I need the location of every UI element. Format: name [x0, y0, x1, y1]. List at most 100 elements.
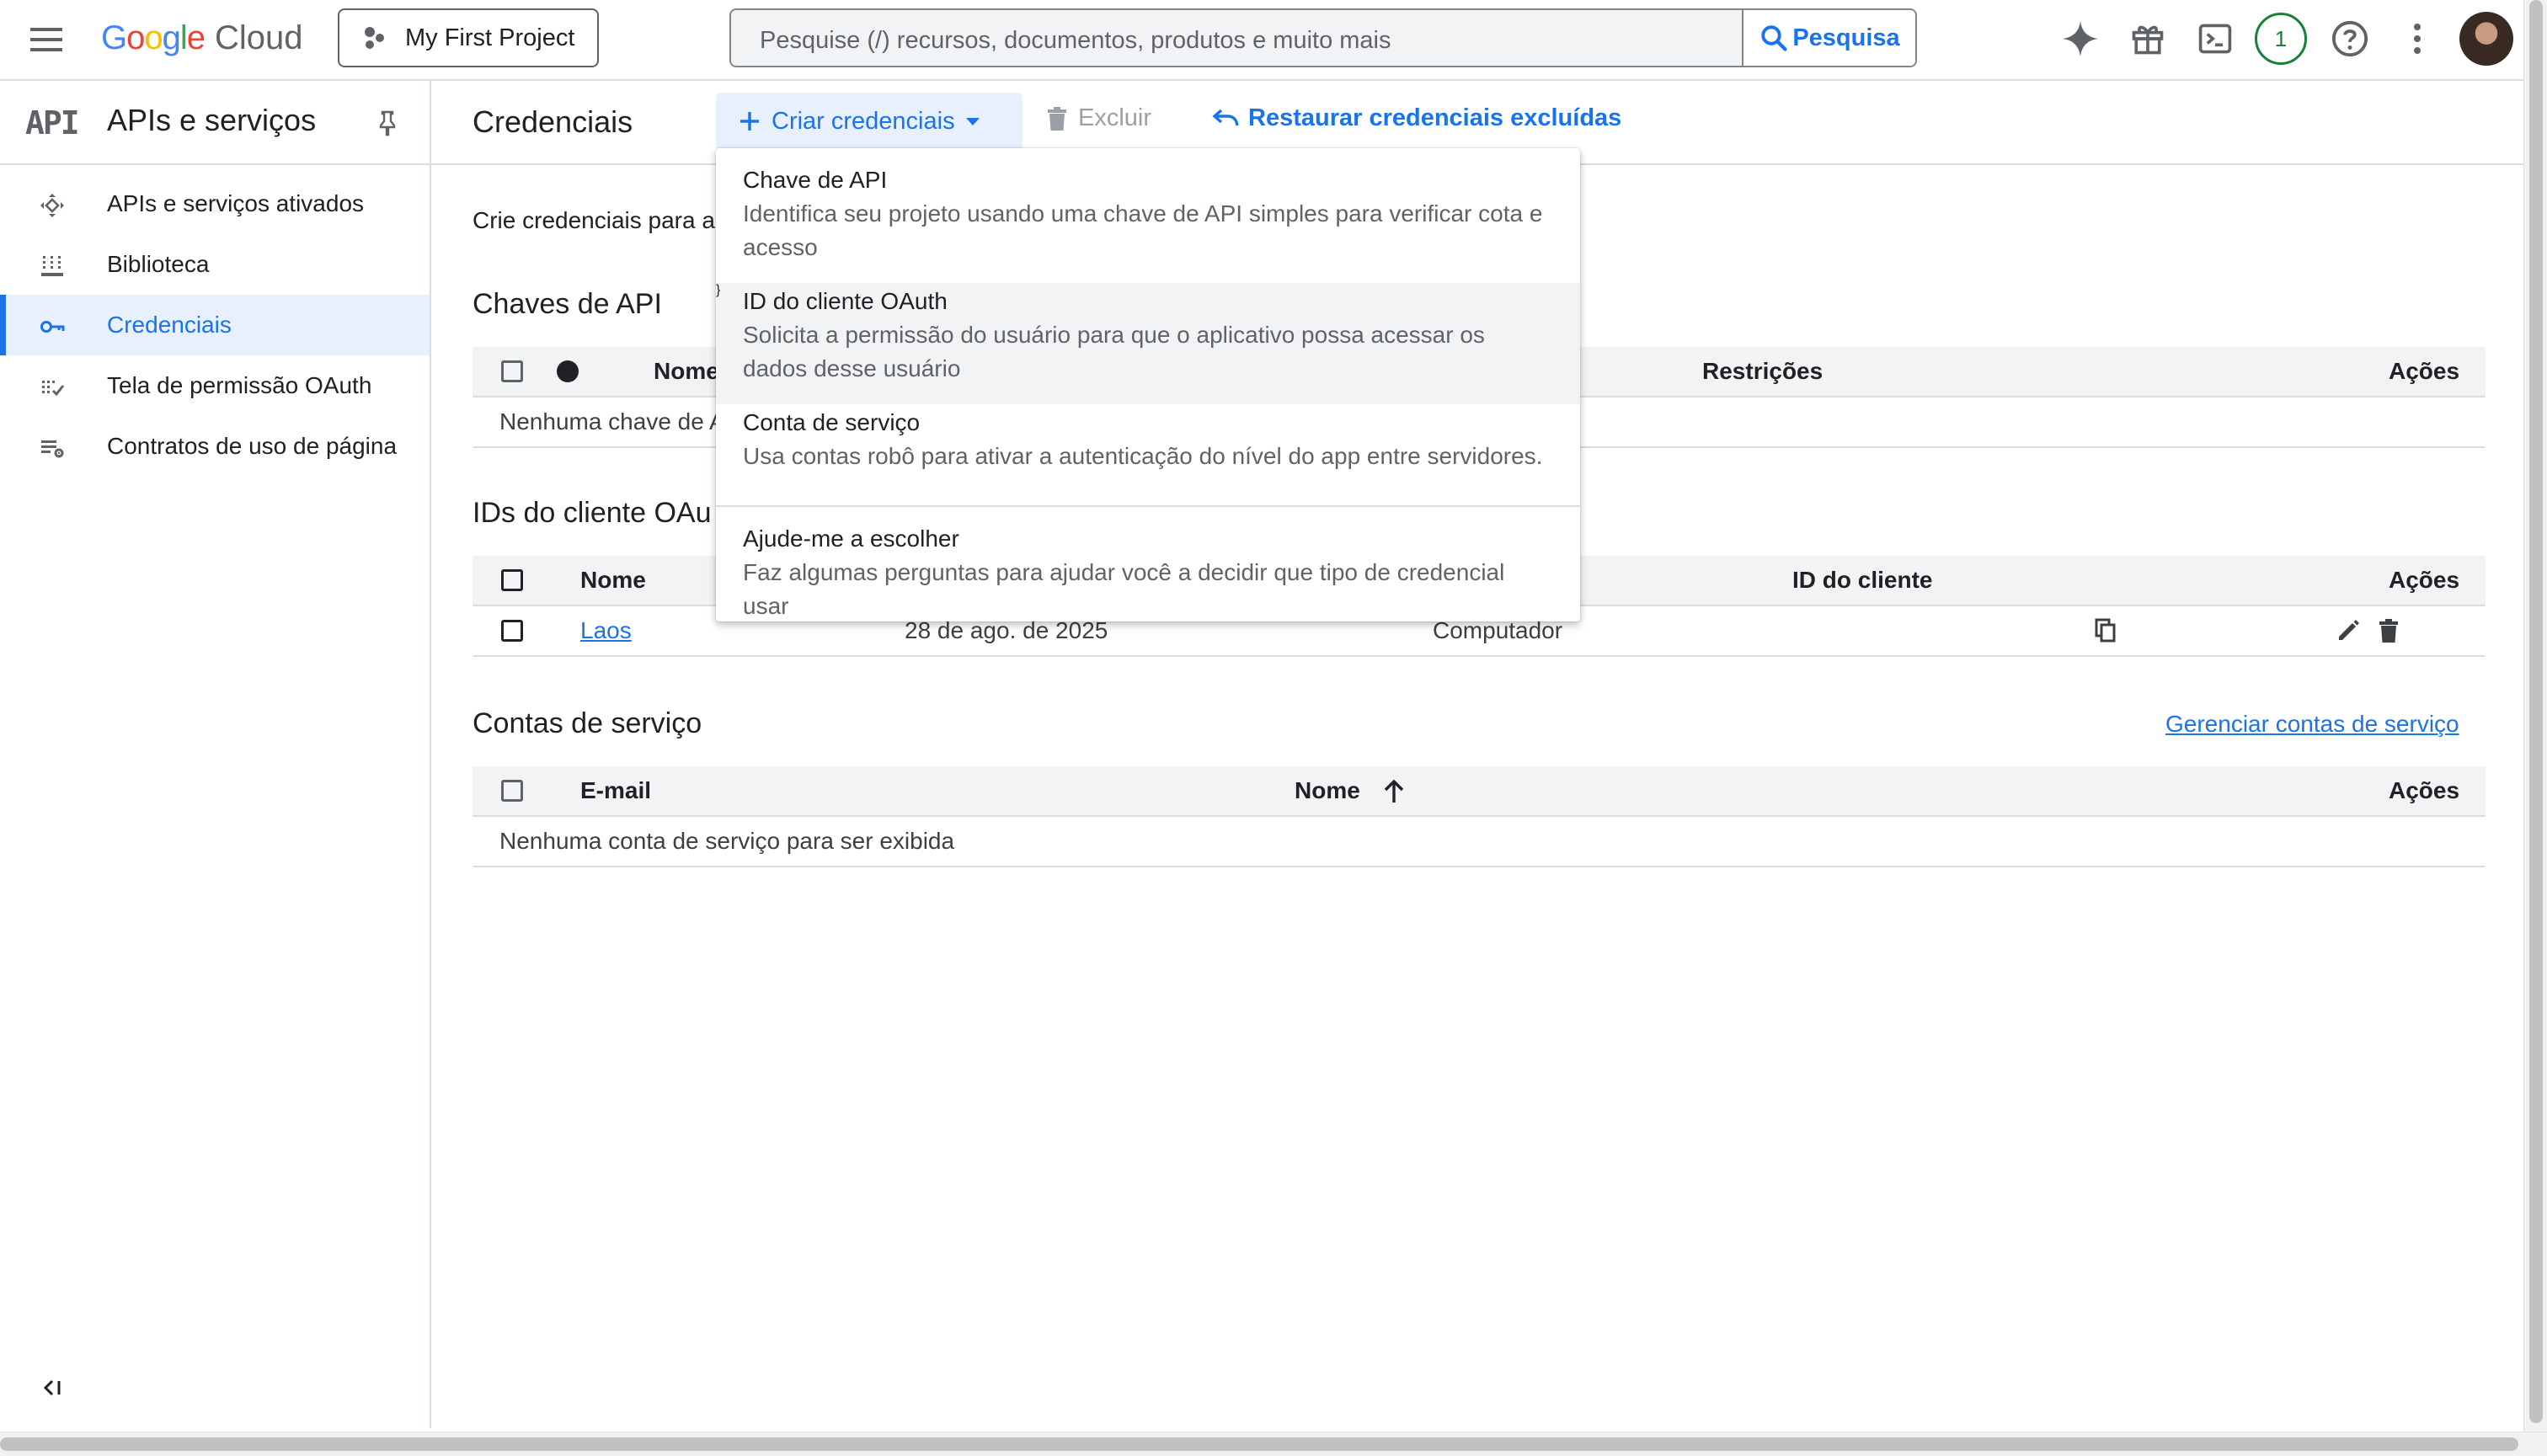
- menu-item-description: Identifica seu projeto usando uma chave …: [743, 200, 1543, 227]
- project-picker-button[interactable]: My First Project: [338, 8, 599, 67]
- collapse-sidebar-icon[interactable]: [40, 1378, 64, 1398]
- empty-message: Nenhuma chave de A: [499, 408, 725, 435]
- sidebar-item-credentials[interactable]: Credenciais: [0, 295, 430, 355]
- column-header-actions: Ações: [2389, 567, 2460, 593]
- menu-item-help-me-choose[interactable]: Ajude-me a escolher Faz algumas pergunta…: [716, 519, 1580, 619]
- vertical-scrollbar-thumb[interactable]: [2529, 0, 2543, 1423]
- sidebar-item-label: Contratos de uso de página: [107, 433, 398, 459]
- column-header-actions: Ações: [2389, 358, 2460, 384]
- empty-message: Nenhuma conta de serviço para ser exibid…: [499, 828, 955, 854]
- column-header-name[interactable]: Nome: [1295, 777, 1360, 804]
- menu-item-description: Usa contas robô para ativar a autenticaç…: [743, 443, 1543, 469]
- horizontal-scrollbar-thumb[interactable]: [0, 1437, 2518, 1451]
- row-checkbox[interactable]: [501, 620, 523, 642]
- restore-label: Restaurar credenciais excluídas: [1248, 104, 1622, 131]
- project-icon: [363, 25, 387, 51]
- oauth-client-name-link[interactable]: Laos: [580, 617, 632, 644]
- google-wordmark-text: Google: [101, 19, 206, 56]
- cloud-wordmark: Cloud: [215, 19, 303, 56]
- main-menu-icon[interactable]: [25, 21, 69, 58]
- edit-pencil-icon[interactable]: [2333, 616, 2363, 646]
- sidebar-header: API APIs e serviços: [0, 81, 430, 165]
- menu-item-description: dados desse usuário: [743, 355, 961, 381]
- key-icon: [39, 313, 66, 340]
- menu-item-description: Solicita a permissão do usuário para que…: [743, 322, 1485, 348]
- column-header-actions: Ações: [2389, 777, 2460, 803]
- column-header-restrictions: Restrições: [1702, 358, 1823, 384]
- create-credentials-button[interactable]: Criar credenciais: [716, 93, 1023, 150]
- vertical-scrollbar[interactable]: [2523, 0, 2547, 1432]
- search-icon: [1759, 23, 1792, 53]
- column-header-name[interactable]: Nome: [654, 358, 719, 385]
- diamond-arrows-icon: [39, 192, 66, 219]
- trash-icon: [1046, 106, 1078, 131]
- google-wordmark-letter: g: [162, 19, 181, 56]
- create-credentials-menu: Chave de API Identifica seu projeto usan…: [716, 148, 1580, 621]
- sidebar-item-label: Biblioteca: [107, 251, 210, 277]
- top-bar: Google Cloud My First Project Pesquise (…: [0, 0, 2523, 81]
- gemini-sparkle-icon[interactable]: [2058, 17, 2102, 61]
- library-icon: [39, 253, 66, 280]
- column-header-email[interactable]: E-mail: [580, 777, 651, 804]
- manage-service-accounts-link[interactable]: Gerenciar contas de serviço: [2165, 711, 2459, 738]
- sidebar-item-apis-enabled[interactable]: APIs e serviços ativados: [0, 173, 430, 234]
- menu-item-description: Faz algumas perguntas para ajudar você a…: [743, 559, 1505, 619]
- user-avatar[interactable]: [2459, 12, 2513, 66]
- google-wordmark: Google: [101, 19, 206, 57]
- google-wordmark-letter: l: [179, 19, 188, 56]
- select-all-api-keys-checkbox[interactable]: [501, 360, 523, 382]
- menu-item-title: Ajude-me a escolher: [743, 525, 959, 552]
- sidebar-item-label: Tela de permissão OAuth: [107, 372, 372, 398]
- settings-list-icon: [39, 435, 66, 461]
- google-wordmark-letter: o: [144, 19, 163, 56]
- menu-item-description: acesso: [743, 234, 818, 260]
- project-name: My First Project: [405, 24, 575, 51]
- help-icon[interactable]: [2328, 17, 2372, 61]
- service-accounts-table-header: E-mail Nome Ações: [473, 766, 2486, 817]
- sidebar: API APIs e serviços APIs e serviços ativ…: [0, 81, 431, 1428]
- select-all-oauth-checkbox[interactable]: [501, 569, 523, 591]
- sidebar-item-library[interactable]: Biblioteca: [0, 234, 430, 295]
- status-dot-icon: [557, 360, 579, 382]
- menu-item-title: ID do cliente OAuth: [743, 288, 948, 314]
- create-credentials-label: Criar credenciais: [772, 107, 955, 135]
- search-button[interactable]: Pesquisa: [1742, 10, 1915, 66]
- cloud-shell-terminal-icon[interactable]: [2193, 17, 2237, 61]
- restore-deleted-credentials-button[interactable]: Restaurar credenciais excluídas: [1211, 104, 1621, 132]
- gift-icon[interactable]: [2126, 17, 2170, 61]
- service-accounts-section-title: Contas de serviço: [473, 707, 702, 739]
- sort-ascending-arrow-icon[interactable]: [1382, 778, 1406, 803]
- horizontal-scrollbar[interactable]: [0, 1432, 2547, 1456]
- service-accounts-empty-row: Nenhuma conta de serviço para ser exibid…: [473, 817, 2486, 867]
- sidebar-item-oauth-consent[interactable]: Tela de permissão OAuth: [0, 355, 430, 416]
- notifications-badge[interactable]: 1: [2255, 13, 2307, 65]
- undo-icon: [1211, 108, 1248, 130]
- more-vert-icon[interactable]: [2395, 17, 2439, 61]
- menu-item-api-key[interactable]: Chave de API Identifica seu projeto usan…: [716, 163, 1580, 273]
- google-wordmark-letter: o: [126, 19, 145, 56]
- menu-item-service-account[interactable]: Conta de serviço Usa contas robô para at…: [716, 404, 1580, 497]
- copy-icon[interactable]: [2090, 616, 2121, 646]
- pin-icon[interactable]: [376, 109, 398, 136]
- sidebar-title: APIs e serviços: [107, 103, 317, 137]
- caret-down-icon: [965, 116, 980, 126]
- google-wordmark-letter: G: [101, 19, 127, 56]
- column-header-client-id: ID do cliente: [1792, 567, 1933, 593]
- google-wordmark-letter: e: [186, 19, 206, 56]
- page-title: Credenciais: [473, 104, 633, 139]
- oauth-consent-icon: [39, 374, 66, 401]
- menu-divider: [716, 505, 1580, 507]
- column-header-name[interactable]: Nome: [580, 567, 646, 594]
- trash-icon[interactable]: [2373, 616, 2404, 646]
- search-bar[interactable]: Pesquise (/) recursos, documentos, produ…: [729, 8, 1917, 67]
- menu-item-oauth-client-id[interactable]: ID do cliente OAuth Solicita a permissão…: [716, 283, 1580, 404]
- delete-button[interactable]: Excluir: [1046, 104, 1151, 132]
- sidebar-item-page-usage-agreements[interactable]: Contratos de uso de página: [0, 416, 430, 477]
- api-keys-section-title: Chaves de API: [473, 288, 662, 320]
- intro-text: Crie credenciais para ac: [473, 207, 727, 233]
- sidebar-item-label: Credenciais: [107, 312, 232, 338]
- google-cloud-logo[interactable]: Google Cloud: [101, 17, 303, 59]
- search-input[interactable]: Pesquise (/) recursos, documentos, produ…: [760, 27, 1391, 55]
- menu-item-title: Conta de serviço: [743, 409, 921, 435]
- select-all-service-accounts-checkbox[interactable]: [501, 780, 523, 802]
